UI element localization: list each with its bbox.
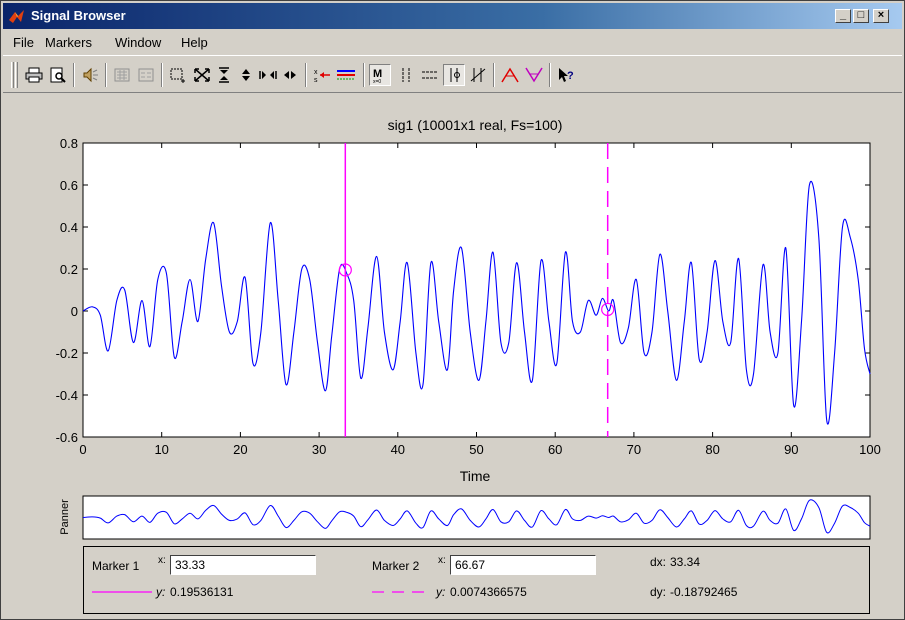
x-tick-label: 70 [627, 442, 641, 457]
maximize-button[interactable]: □ [853, 9, 869, 23]
svg-text:x=0: x=0 [373, 79, 381, 84]
x-tick-label: 100 [859, 442, 881, 457]
y-tick-label: -0.6 [56, 430, 78, 445]
x-tick-label: 50 [469, 442, 483, 457]
chart-title: sig1 (10001x1 real, Fs=100) [388, 117, 563, 133]
toolbar-separator [549, 63, 551, 87]
print-preview-icon[interactable] [47, 64, 69, 86]
panner-label: Panner [59, 499, 71, 535]
marker1-y-label: y: [156, 585, 166, 599]
title-bar[interactable]: Signal Browser _ □ × [3, 3, 902, 29]
track-markers-icon[interactable] [443, 64, 465, 86]
marker-readout-panel: Marker 1 x: 33.33 y: 0.19536131 Marker 2… [83, 546, 870, 614]
panner[interactable]: Panner [56, 495, 876, 541]
y-tick-label: -0.2 [56, 346, 78, 361]
x-tick-label: 60 [548, 442, 562, 457]
marker2-line-sample [372, 591, 432, 593]
marker2-y-label: y: [436, 585, 446, 599]
signal-plot[interactable]: sig1 (10001x1 real, Fs=100) 0 10 20 30 40 50 6… [1, 111, 904, 486]
zoom-box-icon[interactable] [167, 64, 189, 86]
x-axis-label: Time [460, 468, 491, 484]
matlab-logo-icon [9, 10, 24, 23]
whats-this-icon[interactable]: ? [555, 64, 577, 86]
y-tick-label: 0.6 [60, 178, 78, 193]
x-tick-label: 90 [784, 442, 798, 457]
zoom-x-in-icon[interactable] [257, 64, 279, 86]
markers-icon[interactable]: Mx=0 [369, 64, 391, 86]
dx-label: dx: [650, 555, 667, 569]
panner-area [82, 495, 871, 540]
marker2-x-label: x: [438, 555, 446, 566]
marker1-x-label: x: [158, 555, 166, 566]
select-signals-icon[interactable] [135, 64, 157, 86]
toolbar-separator [305, 63, 307, 87]
zoom-full-icon[interactable] [191, 64, 213, 86]
x-tick-label: 80 [705, 442, 719, 457]
marker1-x-field[interactable]: 33.33 [170, 555, 316, 575]
toolbar-separator [73, 63, 75, 87]
vertical-markers-icon[interactable] [395, 64, 417, 86]
toolbar-grip-2[interactable] [15, 62, 18, 88]
slope-markers-icon[interactable] [467, 64, 489, 86]
svg-text:x: x [314, 69, 318, 76]
toolbar-grip[interactable] [11, 62, 14, 88]
array-signal-icon[interactable] [111, 64, 133, 86]
y-tick-label: 0.2 [60, 262, 78, 277]
line-properties-icon[interactable] [335, 64, 357, 86]
marker1-label: Marker 1 [92, 559, 140, 573]
marker2-y-value: 0.0074366575 [450, 585, 527, 599]
toolbar-separator [161, 63, 163, 87]
dx-value: 33.34 [670, 555, 701, 569]
toolbar-separator [105, 63, 107, 87]
close-button[interactable]: × [873, 9, 889, 23]
select-signal-icon[interactable]: xs [311, 64, 333, 86]
menu-window[interactable]: Window [115, 35, 161, 50]
x-tick-label: 30 [312, 442, 326, 457]
y-tick-label: 0 [71, 304, 78, 319]
y-tick-label: 0.8 [60, 136, 78, 151]
horizontal-markers-icon[interactable] [419, 64, 441, 86]
peaks-icon[interactable] [499, 64, 521, 86]
valleys-icon[interactable] [523, 64, 545, 86]
menu-help[interactable]: Help [181, 35, 208, 50]
x-tick-label: 10 [154, 442, 168, 457]
minimize-button[interactable]: _ [835, 9, 851, 23]
svg-text:?: ? [567, 70, 574, 82]
zoom-y-out-icon[interactable] [235, 64, 257, 86]
marker1-y-value: 0.19536131 [170, 585, 234, 599]
signal-browser-window: Signal Browser _ □ × File Markers Window… [0, 0, 905, 620]
zoom-y-in-icon[interactable] [213, 64, 235, 86]
toolbar-separator [493, 63, 495, 87]
x-tick-label: 40 [391, 442, 405, 457]
dy-label: dy: [650, 585, 667, 599]
y-tick-label: 0.4 [60, 220, 78, 235]
toolbar: xs Mx=0 ? [3, 55, 902, 93]
svg-text:s: s [314, 77, 318, 83]
print-icon[interactable] [23, 64, 45, 86]
menu-file[interactable]: File [13, 35, 34, 50]
marker2-label: Marker 2 [372, 559, 420, 573]
menu-markers[interactable]: Markers [45, 35, 92, 50]
window-title: Signal Browser [31, 8, 126, 23]
dy-value: -0.18792465 [670, 585, 738, 599]
marker2-x-field[interactable]: 66.67 [450, 555, 596, 575]
y-tick-label: -0.4 [56, 388, 78, 403]
plot-area [82, 142, 871, 438]
menu-bar: File Markers Window Help [3, 31, 902, 53]
zoom-x-out-icon[interactable] [279, 64, 301, 86]
marker1-line-sample [92, 591, 152, 593]
play-speaker-icon[interactable] [79, 64, 101, 86]
x-tick-label: 0 [79, 442, 86, 457]
x-tick-label: 20 [233, 442, 247, 457]
toolbar-separator [363, 63, 365, 87]
